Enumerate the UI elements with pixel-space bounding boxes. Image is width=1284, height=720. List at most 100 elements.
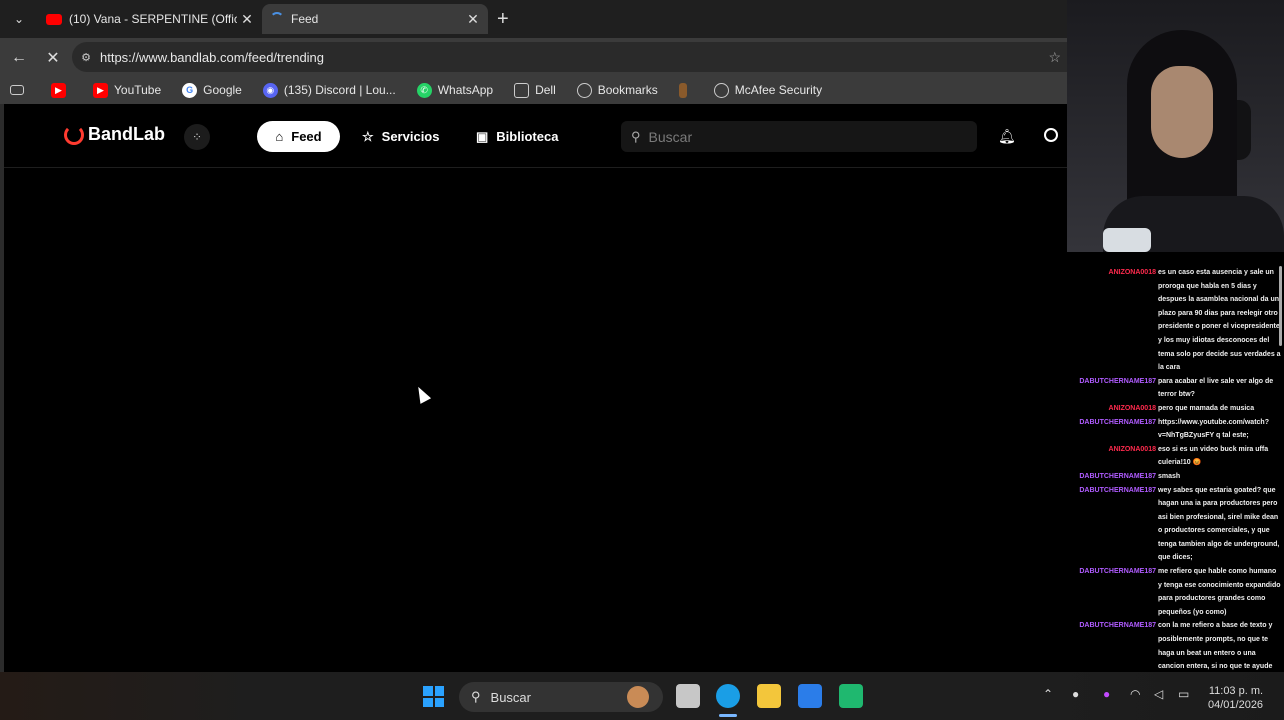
webcam-overlay [1067, 0, 1284, 252]
messages-icon[interactable] [1044, 128, 1058, 142]
nav-library[interactable]: ▣ Biblioteca [476, 121, 558, 152]
taskbar-search[interactable]: ⚲ Buscar [459, 682, 663, 712]
windows-start-icon[interactable] [423, 686, 444, 707]
back-icon[interactable]: ← [8, 47, 30, 69]
chat-message: DABUTCHERNAME187 https://www.youtube.com/… [1067, 416, 1284, 443]
chat-text: https://www.youtube.com/watch?v=NhTgBZyu… [1158, 418, 1269, 440]
chat-username[interactable]: DABUTCHERNAME187 [1067, 470, 1158, 484]
bookmark-bookmarks[interactable]: Bookmarks [576, 82, 658, 98]
bookmark-youtube-short[interactable]: ▶ [51, 82, 72, 98]
chat-text: para acabar el live sale ver algo de ter… [1158, 377, 1274, 399]
close-icon[interactable]: ✕ [463, 11, 483, 28]
bandlab-page: BandLab ⁘ ⌂ Feed ☆ Servicios ▣ Bibliotec… [0, 104, 1067, 672]
logo-text: BandLab [88, 124, 166, 144]
bell-icon[interactable]: 🔔︎ [998, 128, 1016, 145]
chat-message: DABUTCHERNAME187 con la me refiero a base… [1067, 619, 1284, 672]
bookmark-youtube[interactable]: ▶ YouTube [93, 82, 162, 98]
google-icon: G [182, 82, 198, 98]
bookmarks-bar: ▶ ▶ YouTube G Google ◉ (135) Discord | L… [0, 76, 1067, 104]
bandlab-logo[interactable]: BandLab [64, 124, 165, 145]
chat-message: DABUTCHERNAME187 smash [1067, 470, 1284, 484]
chat-message: DABUTCHERNAME187 me refiero que hable com… [1067, 565, 1284, 619]
bookmark-mcafee[interactable]: McAfee Security [713, 82, 823, 98]
chat-text: eso si es un video buck mira uffa culeri… [1158, 445, 1269, 467]
edge-icon[interactable] [716, 684, 740, 708]
youtube-icon [46, 13, 62, 25]
date-text: 04/01/2026 [1208, 699, 1264, 711]
search-input[interactable]: ⚲ Buscar [621, 121, 977, 152]
bookmark-label: YouTube [114, 83, 162, 97]
loading-icon [270, 12, 284, 26]
tab-feed[interactable]: Feed ✕ [262, 4, 488, 34]
chat-username[interactable]: DABUTCHERNAME187 [1067, 416, 1158, 443]
chat-text: smash [1158, 472, 1181, 480]
battery-icon[interactable]: ▭ [1178, 687, 1189, 701]
nav-label: Feed [291, 129, 322, 144]
bookmark-label: WhatsApp [437, 83, 494, 97]
chat-username[interactable]: ANIZONA0018 [1067, 266, 1158, 375]
chat-text: me refiero que hable como humano y tenga… [1158, 568, 1281, 616]
chevron-up-icon[interactable]: ⌃ [1043, 687, 1053, 701]
bookmark-extension[interactable] [678, 82, 693, 98]
volume-icon[interactable]: ◁ [1154, 687, 1163, 701]
extension-icon [678, 82, 687, 98]
apps-grid-icon[interactable]: ⁘ [184, 124, 210, 150]
chat-message: DABUTCHERNAME187 para acabar el live sale… [1067, 375, 1284, 402]
nav-feed[interactable]: ⌂ Feed [257, 121, 340, 152]
wifi-icon[interactable]: ◠ [1130, 687, 1140, 701]
stop-loading-icon[interactable]: ✕ [42, 47, 64, 69]
bookmark-label: Dell [535, 83, 556, 97]
globe-icon [713, 82, 729, 98]
chat-username[interactable]: DABUTCHERNAME187 [1067, 484, 1158, 566]
nav-label: Servicios [381, 129, 440, 144]
chat-scrollbar[interactable] [1279, 266, 1282, 346]
bookmark-dell[interactable]: Dell [514, 82, 556, 98]
url-text[interactable]: https://www.bandlab.com/feed/trending [100, 50, 1048, 65]
tab-youtube[interactable]: (10) Vana - SERPENTINE (Official M ✕ [38, 4, 262, 34]
bookmark-discord[interactable]: ◉ (135) Discord | Lou... [262, 82, 396, 98]
store-icon[interactable] [798, 684, 822, 708]
active-app-indicator [719, 714, 737, 717]
star-icon[interactable]: ☆ [1048, 49, 1061, 66]
chat-username[interactable]: DABUTCHERNAME187 [1067, 565, 1158, 619]
new-tab-button[interactable]: + [497, 9, 509, 29]
app-icon[interactable] [839, 684, 863, 708]
tab-title: (10) Vana - SERPENTINE (Official M [69, 12, 237, 26]
globe-icon [576, 82, 592, 98]
nav-services[interactable]: ☆ Servicios [362, 121, 439, 152]
microphone-icon[interactable]: ● [1103, 687, 1110, 701]
youtube-icon: ▶ [51, 82, 66, 98]
discord-icon: ◉ [262, 82, 278, 98]
whatsapp-icon: ✆ [416, 82, 432, 98]
tray-app-icon[interactable]: ● [1072, 687, 1079, 701]
clock[interactable]: 11:03 p. m. 04/01/2026 [1208, 684, 1263, 712]
bookmark-label: Bookmarks [597, 83, 658, 97]
bandlab-header: BandLab ⁘ ⌂ Feed ☆ Servicios ▣ Bibliotec… [4, 104, 1067, 168]
chat-text: pero que mamada de musica [1158, 404, 1255, 412]
bandlab-logo-icon [64, 124, 84, 145]
youtube-icon: ▶ [93, 82, 108, 98]
chat-username[interactable]: ANIZONA0018 [1067, 402, 1158, 416]
chat-username[interactable]: DABUTCHERNAME187 [1067, 375, 1158, 402]
star-icon: ☆ [362, 128, 374, 144]
streamer-face [1151, 66, 1213, 158]
bookmark-label: McAfee Security [734, 83, 823, 97]
bookmark-collections[interactable] [10, 85, 30, 95]
search-icon: ⚲ [631, 128, 641, 144]
chat-message: ANIZONA0018 pero que mamada de musica [1067, 402, 1284, 416]
bookmark-google[interactable]: G Google [182, 82, 242, 98]
close-icon[interactable]: ✕ [237, 11, 257, 28]
site-info-icon[interactable]: ⚙ [72, 51, 100, 64]
bookmark-label: (135) Discord | Lou... [283, 83, 396, 97]
tab-list-button[interactable]: ⌄ [8, 8, 30, 30]
address-bar[interactable]: ⚙ https://www.bandlab.com/feed/trending … [72, 42, 1067, 72]
stream-chat: ANIZONA0018 es un caso esta ausencia y sa… [1067, 252, 1284, 672]
chat-username[interactable]: DABUTCHERNAME187 [1067, 619, 1158, 672]
collections-icon [10, 85, 24, 95]
task-view-icon[interactable] [676, 684, 700, 708]
chat-username[interactable]: ANIZONA0018 [1067, 443, 1158, 470]
chat-text: con la me refiero a base de texto y posi… [1158, 622, 1273, 671]
file-explorer-icon[interactable] [757, 684, 781, 708]
bookmark-whatsapp[interactable]: ✆ WhatsApp [416, 82, 494, 98]
search-placeholder: Buscar [648, 128, 693, 145]
